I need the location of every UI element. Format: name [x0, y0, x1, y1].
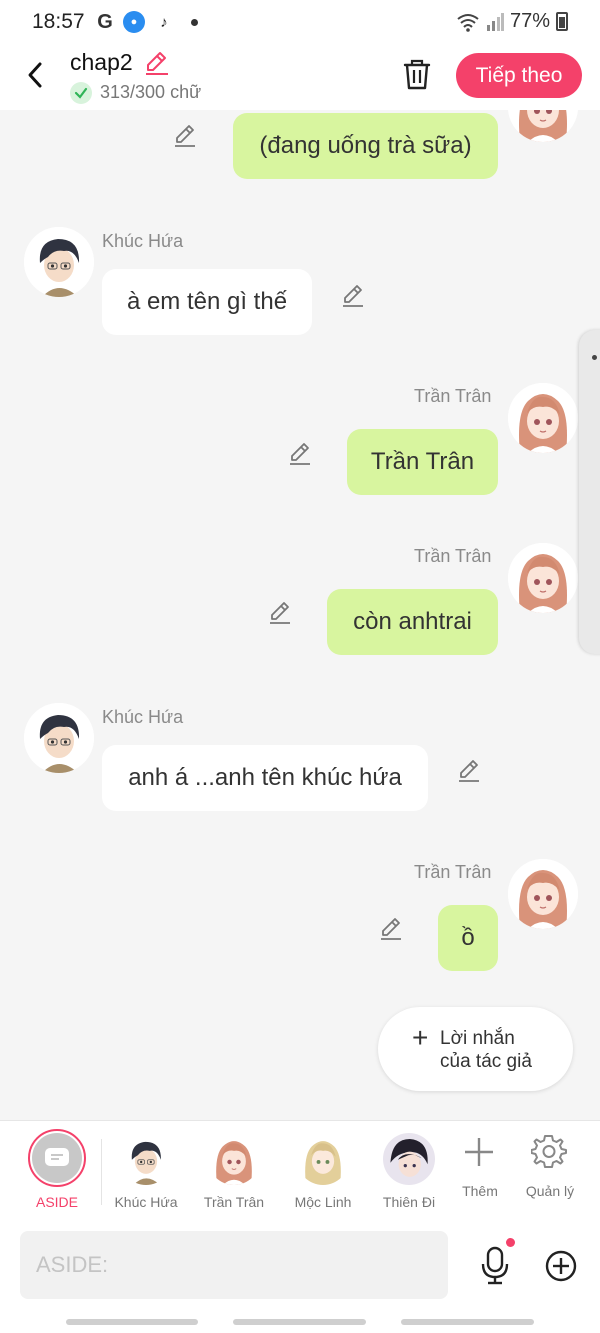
battery-icon: [556, 12, 568, 31]
avatar: [297, 1133, 349, 1185]
message-bubble[interactable]: anh á ...anh tên khúc hứa: [102, 745, 428, 811]
message-bubble[interactable]: còn anhtrai: [327, 589, 498, 655]
word-count: 313/300 chữ: [100, 82, 202, 102]
more-notifications-icon: [191, 18, 198, 26]
pencil-icon[interactable]: [378, 915, 404, 941]
back-icon[interactable]: [22, 58, 48, 92]
manage-label: Quản lý: [525, 1183, 575, 1199]
nav-back[interactable]: [401, 1319, 534, 1325]
battery-percent: 77%: [509, 10, 550, 32]
sender-name: Khúc Hứa: [102, 707, 184, 727]
google-icon: G: [97, 10, 113, 33]
character-moc-linh[interactable]: Mộc Linh: [279, 1121, 365, 1222]
status-right: 77%: [456, 10, 568, 33]
character-bar: ASIDE Khúc Hứa Trần Trân Mộc Linh Thiên …: [0, 1120, 600, 1221]
character-tran-tran[interactable]: Trần Trân: [190, 1121, 276, 1222]
avatar-khuc-hua[interactable]: [24, 703, 94, 773]
edit-title-icon[interactable]: [144, 50, 170, 76]
avatar: [383, 1133, 435, 1185]
author-note-label-2: của tác giả: [440, 1051, 532, 1072]
input-bar: [0, 1221, 600, 1333]
pencil-icon[interactable]: [340, 282, 366, 308]
aside-label: ASIDE: [35, 1194, 78, 1210]
check-icon: [70, 82, 92, 104]
plus-icon: +: [412, 1022, 429, 1053]
plus-icon: [465, 1138, 493, 1166]
message-bubble[interactable]: ồ: [438, 905, 498, 971]
tiktok-icon: ♪: [160, 13, 168, 31]
wifi-icon: [457, 13, 479, 32]
character-name: Khúc Hứa: [114, 1194, 178, 1210]
avatar-tran-tran[interactable]: [508, 383, 578, 453]
avatar-tran-tran[interactable]: [508, 543, 578, 613]
avatar-tran-tran[interactable]: [508, 859, 578, 929]
sender-name: Trần Trân: [414, 862, 492, 882]
manage-button[interactable]: Quản lý: [506, 1121, 592, 1222]
sender-name: Khúc Hứa: [102, 231, 184, 251]
avatar-khuc-hua[interactable]: [24, 227, 94, 297]
sender-name: Trần Trân: [414, 386, 492, 406]
character-name: Trần Trân: [203, 1194, 265, 1210]
pencil-icon[interactable]: [287, 440, 313, 466]
chapter-title[interactable]: chap2: [70, 49, 133, 76]
signal-icon: [486, 12, 504, 31]
character-name: Mộc Linh: [294, 1194, 352, 1210]
nav-recent[interactable]: [66, 1319, 198, 1325]
editor-header: chap2 313/300 chữ Tiếp theo: [0, 44, 600, 110]
sender-name: Trần Trân: [414, 546, 492, 566]
side-drawer-handle[interactable]: [579, 330, 600, 654]
trash-icon[interactable]: [402, 58, 432, 90]
pencil-icon[interactable]: [172, 122, 198, 148]
notification-icons: G ● ♪: [95, 11, 198, 33]
message-bubble[interactable]: à em tên gì thế: [102, 269, 312, 335]
author-note-button[interactable]: + Lời nhắn của tác giả: [378, 1007, 573, 1091]
aside-icon: [45, 1148, 69, 1166]
message-bubble[interactable]: (đang uống trà sữa): [233, 113, 498, 179]
system-nav-bar: [0, 1313, 600, 1333]
pencil-icon[interactable]: [456, 757, 482, 783]
mic-icon[interactable]: [480, 1246, 510, 1286]
recording-indicator: [506, 1238, 515, 1247]
message-input[interactable]: [20, 1231, 448, 1299]
chat-area[interactable]: (đang uống trà sữa) Khúc Hứa à em tên gì…: [0, 110, 600, 1120]
avatar: [208, 1133, 260, 1185]
character-khuc-hua[interactable]: Khúc Hứa: [102, 1121, 188, 1222]
message-bubble[interactable]: Trần Trân: [347, 429, 498, 495]
next-button[interactable]: Tiếp theo: [456, 53, 582, 98]
avatar-tran-tran[interactable]: [508, 110, 578, 142]
status-time: 18:57: [32, 10, 85, 33]
handle-dot: [592, 355, 597, 360]
aside-avatar[interactable]: [28, 1129, 86, 1187]
avatar: [120, 1133, 172, 1185]
add-circle-icon[interactable]: [545, 1250, 577, 1282]
pencil-icon[interactable]: [267, 599, 293, 625]
status-bar: 18:57 G ● ♪ 77%: [0, 0, 600, 44]
app-notification-icon: ●: [123, 11, 145, 33]
gear-icon: [531, 1135, 567, 1168]
author-note-label-1: Lời nhắn: [440, 1028, 515, 1049]
nav-home[interactable]: [233, 1319, 366, 1325]
